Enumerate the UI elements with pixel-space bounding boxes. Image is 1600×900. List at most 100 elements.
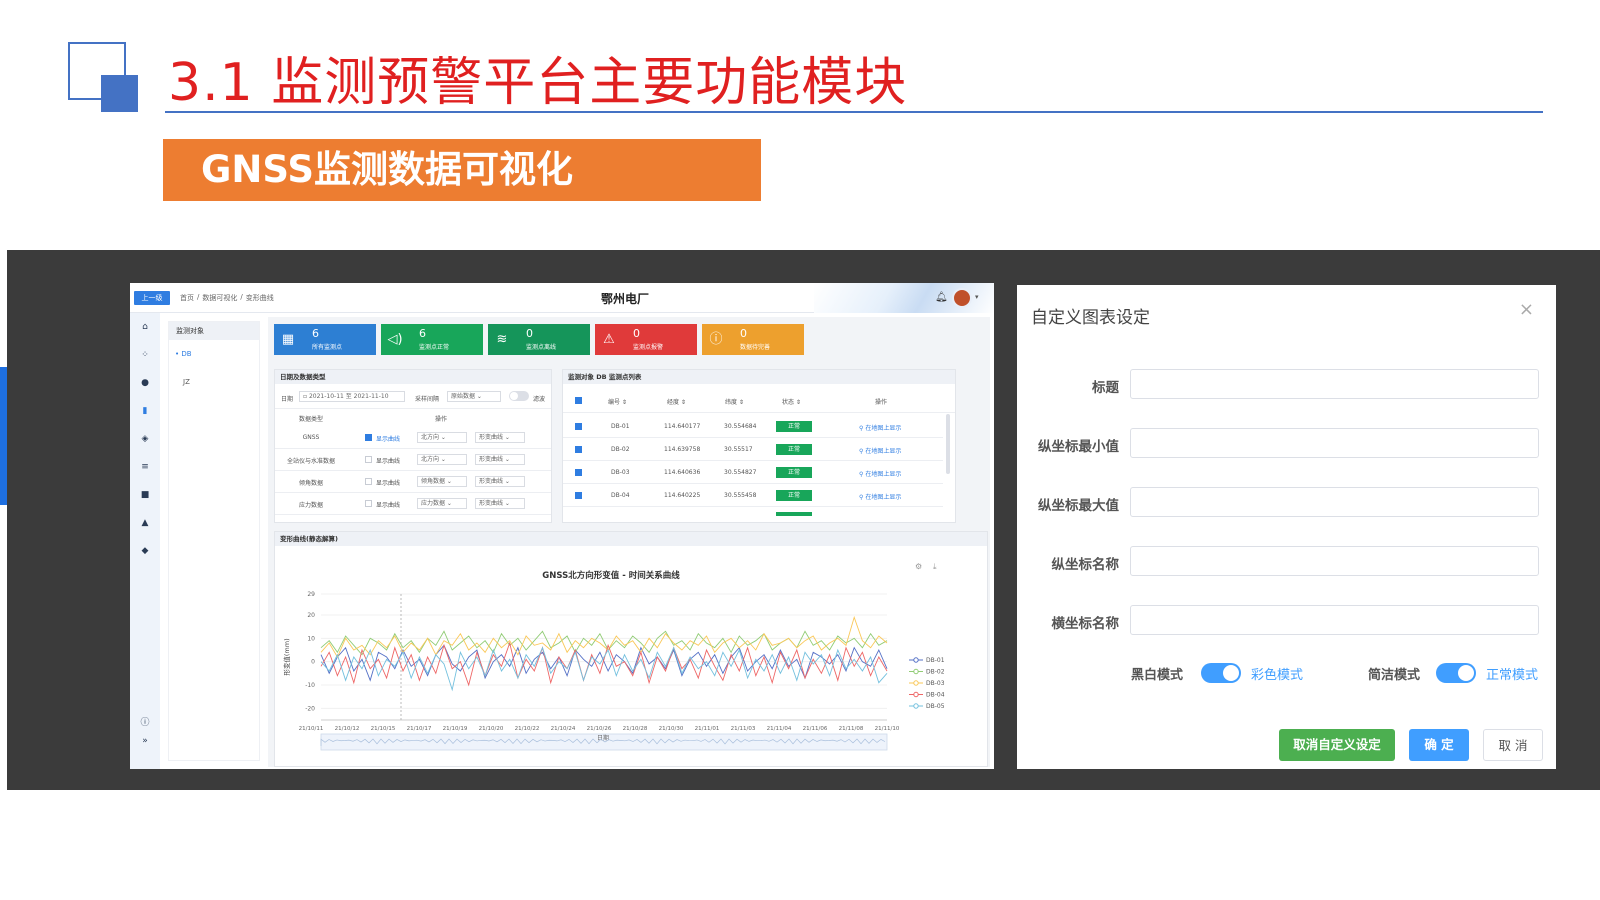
breadcrumb-sep: / [197, 293, 200, 301]
main-content: ▦ 6 所有监测点 ◁) 6 监测点正常 ≋ 0 监测点离线 ⚠ 0 监测点报警 ⓘ 0 数据待完善 日期及… [268, 317, 990, 767]
x-tick-label: 21/11/01 [695, 726, 720, 732]
stat-card[interactable]: ▦ 6 所有监测点 [274, 324, 376, 355]
simple-mode-label: 简洁模式 [1368, 668, 1421, 683]
table-scrollbar[interactable] [946, 414, 950, 474]
status-badge: 正常 [776, 490, 812, 501]
scatter-icon[interactable]: ⁘ [139, 349, 151, 361]
stat-card[interactable]: ◁) 6 监测点正常 [381, 324, 483, 355]
color-mode-switch[interactable] [1201, 663, 1241, 683]
field-input[interactable] [1130, 487, 1539, 517]
breadcrumb-home[interactable]: 首页 [180, 293, 194, 303]
breadcrumb-visual[interactable]: 数据可视化 [202, 293, 237, 303]
data-type-label: 全站仪与水准数据 [286, 458, 335, 465]
close-icon[interactable]: × [1519, 299, 1534, 320]
col-id-header[interactable]: 编号 ⇕ [608, 397, 627, 406]
interval-select[interactable]: 原始数据 ⌄ [447, 391, 501, 402]
app-window: 上一级 首页 / 数据可视化 / 变形曲线 鄂州电厂 🔔︎ ▾ ⌂ ⁘ ● ▮ … [130, 283, 994, 769]
stat-card[interactable]: ⓘ 0 数据待完善 [702, 324, 804, 355]
back-button[interactable]: 上一级 [134, 291, 170, 305]
col-lat-header[interactable]: 纬度 ⇕ [725, 397, 744, 406]
tree-item-jz[interactable]: JZ [169, 378, 259, 386]
field-input[interactable] [1130, 546, 1539, 576]
show-curve-label: 显示曲线 [376, 458, 401, 465]
filter-toggle[interactable] [509, 391, 529, 401]
date-range-input[interactable]: ▫ 2021-10-11 至 2021-11-10 [299, 391, 405, 402]
select-all-checkbox[interactable] [575, 397, 582, 404]
stat-card[interactable]: ≋ 0 监测点离线 [488, 324, 590, 355]
col-op-header: 操作 [875, 399, 888, 406]
show-on-map-link[interactable]: ⚲ 在地图上显示 [859, 423, 901, 432]
field-input[interactable] [1130, 369, 1539, 399]
object-tree: 监测对象 • DB JZ [168, 321, 260, 761]
legend-marker [913, 680, 919, 686]
direction-select[interactable]: 北方向 ⌄ [417, 454, 467, 465]
field-value [1131, 554, 1139, 568]
col-lon-header[interactable]: 经度 ⇕ [667, 397, 686, 406]
stat-label: 数据待完善 [740, 344, 771, 351]
app-title: 鄂州电厂 [600, 292, 649, 306]
chart-title: GNSS北方向形变值 - 时间关系曲线 [542, 570, 680, 581]
row-checkbox[interactable] [575, 469, 582, 476]
stat-card[interactable]: ⚠ 0 监测点报警 [595, 324, 697, 355]
show-on-map-link[interactable]: ⚲ 在地图上显示 [859, 469, 901, 478]
row-checkbox[interactable] [575, 492, 582, 499]
expand-icon[interactable]: » [139, 735, 151, 747]
cube-icon[interactable]: ◈ [139, 433, 151, 445]
mode-select[interactable]: 形变曲线 ⌄ [475, 432, 525, 443]
tree-item-db[interactable]: • DB [169, 350, 259, 358]
legend-label: DB-04 [926, 692, 945, 699]
col-status-header[interactable]: 状态 ⇕ [782, 397, 801, 406]
show-on-map-link[interactable]: ⚲ 在地图上显示 [859, 492, 901, 501]
mode-select[interactable]: 形变曲线 ⌄ [475, 476, 525, 487]
home-icon[interactable]: ⌂ [139, 321, 151, 333]
y-tick-label: -10 [305, 682, 315, 689]
cell-id: DB-04 [611, 492, 630, 499]
chevron-down-icon[interactable]: ▾ [975, 293, 979, 301]
avatar[interactable] [952, 288, 972, 308]
direction-select[interactable]: 倾角数据 ⌄ [417, 476, 467, 487]
style-mode-switch[interactable] [1436, 663, 1476, 683]
mode-select[interactable]: 形变曲线 ⌄ [475, 454, 525, 465]
info-icon[interactable]: ⓘ [139, 717, 151, 729]
point-table-panel: 监测对象 DB 监测点列表 编号 ⇕ 经度 ⇕ 纬度 ⇕ 状态 ⇕ 操作 DB-… [562, 369, 956, 523]
field-input[interactable] [1130, 428, 1539, 458]
bell-icon[interactable]: ▲ [139, 517, 151, 529]
shield-icon[interactable]: ◆ [139, 545, 151, 557]
show-on-map-label: 在地图上显示 [865, 471, 902, 478]
cell-lon: 114.640636 [664, 469, 701, 476]
database-icon[interactable]: ≡ [139, 461, 151, 473]
field-label: 横坐标名称 [1051, 616, 1120, 632]
notification-icon[interactable]: 🔔︎ [935, 292, 948, 303]
row-checkbox[interactable] [575, 446, 582, 453]
x-tick-label: 21/11/04 [767, 726, 792, 732]
direction-select[interactable]: 北方向 ⌄ [417, 432, 467, 443]
bar-chart-icon[interactable]: ▮ [139, 405, 151, 417]
show-on-map-link[interactable]: ⚲ 在地图上显示 [859, 446, 901, 455]
x-tick-label: 21/11/08 [839, 726, 864, 732]
legend-marker [913, 657, 919, 663]
mode-select[interactable]: 形变曲线 ⌄ [475, 498, 525, 509]
x-tick-label: 21/10/15 [371, 726, 396, 732]
cell-lon: 114.640177 [664, 423, 701, 430]
status-badge-partial [776, 512, 812, 516]
globe-icon[interactable]: ● [139, 377, 151, 389]
field-input[interactable] [1130, 605, 1539, 635]
cancel-button[interactable]: 取 消 [1483, 729, 1543, 761]
show-on-map-label: 在地图上显示 [865, 425, 902, 432]
divider [275, 492, 551, 493]
row-checkbox[interactable] [575, 423, 582, 430]
divider [275, 408, 551, 409]
tree-item-label: DB [181, 350, 192, 358]
divider [563, 437, 943, 438]
camera-icon[interactable]: ■ [139, 489, 151, 501]
field-label: 纵坐标最大值 [1038, 498, 1119, 514]
confirm-button[interactable]: 确 定 [1409, 729, 1469, 761]
show-curve-checkbox[interactable] [365, 478, 372, 485]
legend-marker [913, 691, 919, 698]
show-curve-checkbox[interactable] [365, 456, 372, 463]
reset-custom-button[interactable]: 取消自定义设定 [1279, 729, 1395, 761]
alert-icon: ⓘ [709, 332, 723, 347]
show-curve-checkbox[interactable] [365, 434, 372, 441]
direction-select[interactable]: 应力数据 ⌄ [417, 498, 467, 509]
show-curve-checkbox[interactable] [365, 500, 372, 507]
